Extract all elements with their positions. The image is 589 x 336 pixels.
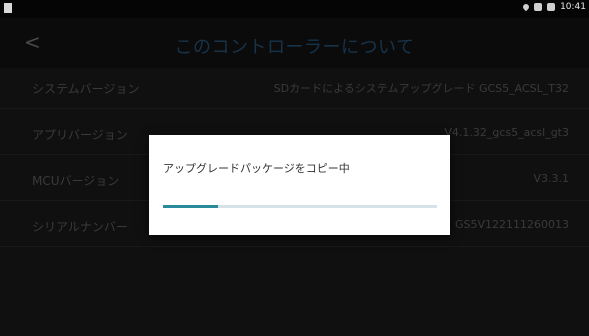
- info-row-value: V4.1.32_gcs5_acsl_gt3: [444, 126, 569, 139]
- sim-card-icon: [4, 3, 12, 13]
- progress-bar-fill: [163, 205, 218, 208]
- dialog-message: アップグレードパッケージをコピー中: [163, 162, 350, 175]
- info-row-value: V3.3.1: [533, 172, 569, 185]
- info-row-label: アプリバージョン: [32, 128, 128, 142]
- info-row-value: SDカードによるシステムアップグレード GCS5_ACSL_T32: [273, 82, 569, 95]
- status-icons: 10:41: [521, 2, 586, 12]
- info-row-system-version: システムバージョン SDカードによるシステムアップグレード GCS5_ACSL_…: [0, 68, 589, 109]
- upgrade-progress-dialog: アップグレードパッケージをコピー中: [149, 135, 450, 235]
- app-header: < このコントローラーについて: [0, 18, 589, 68]
- info-row-label: シリアルナンバー: [32, 220, 128, 234]
- info-row-value: GS5V122111260013: [454, 218, 569, 231]
- page-title: このコントローラーについて: [174, 37, 415, 58]
- battery-icon: [547, 3, 556, 11]
- progress-bar-track: [163, 205, 437, 208]
- location-pin-icon: [521, 2, 531, 12]
- info-row-label: MCUバージョン: [32, 174, 120, 188]
- status-time: 10:41: [560, 2, 586, 12]
- info-row-label: システムバージョン: [32, 82, 140, 96]
- status-bar: 10:41: [0, 0, 589, 18]
- signal-icon: [534, 3, 543, 11]
